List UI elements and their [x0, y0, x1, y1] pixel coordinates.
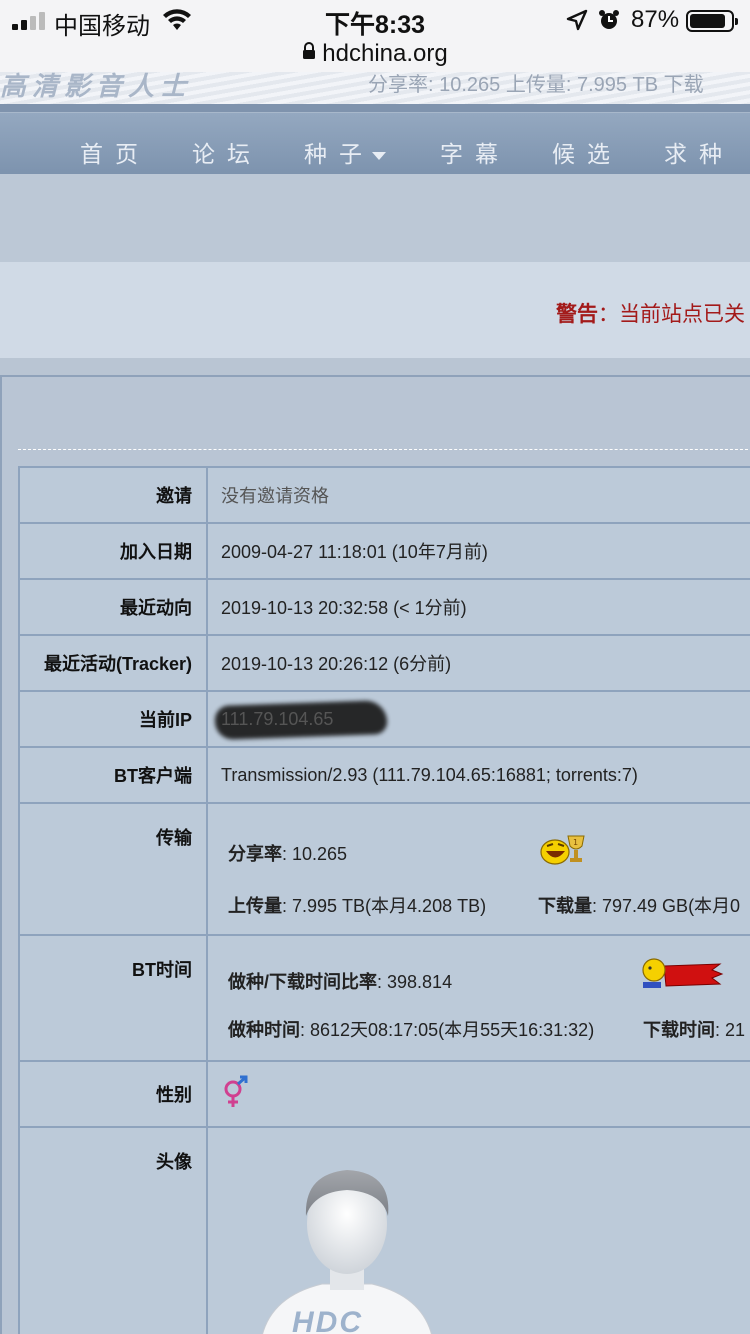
download-time-label: 下载时间	[643, 1020, 715, 1040]
download-label: 下载量	[538, 896, 592, 916]
row-value: 2019-10-13 20:26:12 (6分前)	[206, 634, 750, 692]
gender-unknown-icon	[221, 1075, 251, 1113]
row-label: BT客户端	[18, 746, 208, 804]
avatar-shirt-text: HDC	[292, 1306, 363, 1334]
nav-candidates[interactable]: 候选	[552, 135, 622, 169]
row-value: Transmission/2.93 (111.79.104.65:16881; …	[206, 746, 750, 804]
table-row: 传输 分享率: 10.265 1 上传量: 7.995 TB(本月4.208 T…	[18, 802, 750, 936]
transfer-cell: 分享率: 10.265 1 上传量: 7.995 TB(本月4.208 TB) …	[206, 802, 750, 936]
notice-prefix: 警告	[556, 303, 598, 326]
table-row: 当前IP 111.79.104.65	[18, 690, 750, 748]
trophy-smiley-icon: 1	[538, 832, 588, 871]
row-label: 最近活动(Tracker)	[18, 634, 208, 692]
user-info-table: 邀请 没有邀请资格 加入日期 2009-04-27 11:18:01 (10年7…	[18, 466, 750, 1334]
nav-subtitles[interactable]: 字幕	[440, 135, 510, 169]
download-time-value: : 21	[715, 1020, 746, 1040]
battery-percent: 87%	[631, 6, 680, 33]
row-value: 没有邀请资格	[206, 466, 750, 524]
row-value: 2019-10-13 20:32:58 (< 1分前)	[206, 578, 750, 636]
location-icon	[566, 9, 588, 36]
upload-value: : 7.995 TB(本月4.208 TB)	[282, 896, 487, 916]
upload-label: 上传量	[228, 896, 282, 916]
avatar-default-icon[interactable]: HDC	[252, 1156, 442, 1334]
row-label: 加入日期	[18, 522, 208, 580]
row-label: 最近动向	[18, 578, 208, 636]
table-row: BT客户端 Transmission/2.93 (111.79.104.65:1…	[18, 746, 750, 804]
seed-time-label: 做种时间	[228, 1020, 300, 1040]
seed-ratio-label: 做种/下载时间比率	[228, 972, 378, 992]
row-label: 当前IP	[18, 690, 208, 748]
seed-ratio: 做种/下载时间比率: 398.814	[228, 968, 452, 994]
row-value: 111.79.104.65	[206, 690, 750, 748]
banner-divider	[0, 104, 750, 112]
site-banner: 高清影音人士 分享率: 10.265 上传量: 7.995 TB 下载	[0, 72, 750, 106]
gender-cell	[206, 1060, 750, 1128]
row-label: 邀请	[18, 466, 208, 524]
flying-smiley-icon	[640, 956, 724, 997]
table-row: 最近动向 2019-10-13 20:32:58 (< 1分前)	[18, 578, 750, 636]
nav-forum[interactable]: 论坛	[192, 135, 262, 169]
download-value: : 797.49 GB(本月0	[592, 896, 741, 916]
bt-time-cell: 做种/下载时间比率: 398.814 做种时间: 8612天08:17:05(本…	[206, 934, 750, 1062]
table-row: BT时间 做种/下载时间比率: 398.814 做种时间: 8612天08:17…	[18, 934, 750, 1062]
nav-torrents-label: 种子	[304, 141, 374, 167]
row-label: BT时间	[18, 934, 208, 1062]
dotted-divider	[18, 449, 750, 450]
url-text: hdchina.org	[322, 40, 448, 67]
header-spacer	[0, 174, 750, 262]
lock-icon	[302, 39, 316, 67]
nav-torrents[interactable]: 种子	[304, 135, 386, 169]
svg-text:1: 1	[573, 838, 578, 847]
address-bar[interactable]: hdchina.org	[0, 40, 750, 72]
ip-address: 111.79.104.65	[221, 708, 334, 729]
table-row: 邀请 没有邀请资格	[18, 466, 750, 524]
ip-redaction: 111.79.104.65	[214, 699, 388, 740]
share-ratio-value: : 10.265	[282, 844, 348, 864]
notice-text: 警告：当前站点已关	[556, 298, 745, 328]
download-amount: 下载量: 797.49 GB(本月0	[538, 892, 740, 918]
avatar-cell: HDC	[206, 1126, 750, 1334]
seed-ratio-value: : 398.814	[377, 972, 453, 992]
row-label: 头像	[18, 1126, 208, 1334]
upload-amount: 上传量: 7.995 TB(本月4.208 TB)	[228, 892, 486, 918]
notice-message: ：当前站点已关	[598, 303, 745, 326]
alarm-icon	[598, 9, 620, 36]
table-row: 头像 HDC	[18, 1126, 750, 1334]
row-label: 性别	[18, 1060, 208, 1128]
main-nav: 首页 论坛 种子 字幕 候选 求种	[0, 112, 750, 174]
nav-home[interactable]: 首页	[80, 135, 150, 169]
table-row: 加入日期 2009-04-27 11:18:01 (10年7月前)	[18, 522, 750, 580]
row-label: 传输	[18, 802, 208, 936]
banner-stats: 分享率: 10.265 上传量: 7.995 TB 下载	[368, 74, 704, 96]
share-ratio-label: 分享率	[228, 844, 282, 864]
share-ratio: 分享率: 10.265	[228, 840, 347, 866]
seed-time: 做种时间: 8612天08:17:05(本月55天16:31:32)	[228, 1016, 594, 1042]
row-value: 2009-04-27 11:18:01 (10年7月前)	[206, 522, 750, 580]
table-row: 最近活动(Tracker) 2019-10-13 20:26:12 (6分前)	[18, 634, 750, 692]
nav-requests[interactable]: 求种	[664, 135, 734, 169]
download-time: 下载时间: 21	[643, 1016, 745, 1042]
seed-time-value: : 8612天08:17:05(本月55天16:31:32)	[300, 1020, 595, 1040]
table-row: 性别	[18, 1060, 750, 1128]
status-bar: 中国移动 下午8:33 87%	[0, 0, 750, 40]
site-logo[interactable]: 高清影音人士	[0, 72, 192, 103]
battery-icon	[686, 10, 738, 32]
notice-bar: 警告：当前站点已关	[0, 262, 750, 358]
caret-down-icon	[372, 151, 386, 160]
